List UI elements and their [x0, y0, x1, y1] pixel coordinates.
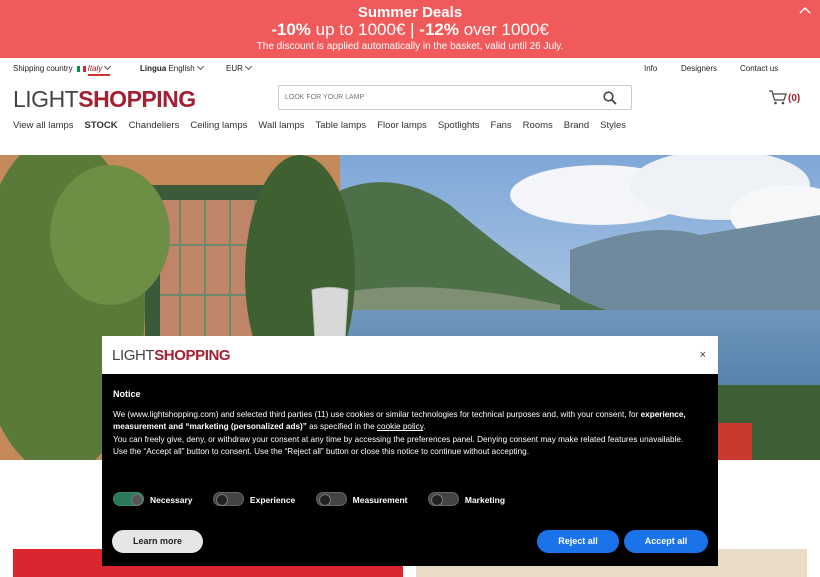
promo-banner: Summer Deals -10% up to 1000€ | -12% ove…	[0, 0, 820, 58]
search-icon[interactable]	[603, 91, 617, 105]
cart-icon	[769, 90, 787, 105]
chevron-down-icon	[244, 62, 252, 71]
promo-note: The discount is applied automatically in…	[256, 41, 564, 52]
promo-title: Summer Deals	[357, 4, 463, 21]
nav-rooms[interactable]: Rooms	[523, 120, 553, 131]
consent-paragraph-1: We (www.lightshopping.com) and selected …	[113, 410, 686, 432]
nav-ceiling-lamps[interactable]: Ceiling lamps	[190, 120, 247, 131]
chevron-down-icon	[104, 62, 112, 71]
promo-deals: -10% up to 1000€ | -12% over 1000€	[271, 20, 549, 39]
cart-button[interactable]: (0)	[768, 90, 800, 105]
nav-view-all-lamps[interactable]: View all lamps	[13, 120, 74, 131]
utility-bar: Shipping country Italy Lingua English EUR…	[0, 58, 820, 80]
site-logo[interactable]: LIGHTSHOPPING	[13, 86, 196, 113]
search-box	[278, 85, 632, 110]
cookie-policy-link[interactable]: cookie policy	[377, 422, 423, 431]
consent-body: We (www.lightshopping.com) and selected …	[113, 409, 707, 459]
shipping-value: Italy	[87, 62, 112, 76]
language-selector[interactable]: Lingua English	[140, 62, 204, 73]
toggle-measurement[interactable]: Measurement	[315, 492, 407, 506]
toggle-switch[interactable]	[315, 492, 347, 506]
consent-toggles: Necessary Experience Measurement Marketi…	[113, 492, 523, 506]
collapse-caret-icon[interactable]	[799, 6, 811, 14]
designers-link[interactable]: Designers	[681, 64, 717, 73]
info-link[interactable]: Info	[644, 64, 657, 73]
learn-more-button[interactable]: Learn more	[112, 530, 203, 553]
toggle-experience[interactable]: Experience	[212, 492, 295, 506]
consent-logo: LIGHTSHOPPING	[112, 347, 231, 364]
shipping-label: Shipping country	[13, 64, 73, 73]
consent-paragraph-2: You can freely give, deny, or withdraw y…	[113, 434, 684, 444]
chevron-down-icon	[196, 62, 204, 71]
lingua-label: Lingua	[140, 64, 167, 73]
nav-styles[interactable]: Styles	[600, 120, 626, 131]
shipping-country-selector[interactable]: Shipping country Italy	[13, 62, 112, 76]
toggle-marketing[interactable]: Marketing	[427, 492, 505, 506]
nav-table-lamps[interactable]: Table lamps	[315, 120, 366, 131]
cart-count: (0)	[788, 93, 801, 104]
toggle-switch[interactable]	[113, 492, 144, 506]
lingua-value: English	[168, 64, 195, 73]
nav-brand[interactable]: Brand	[564, 120, 589, 131]
nav-floor-lamps[interactable]: Floor lamps	[377, 120, 427, 131]
nav-fans[interactable]: Fans	[491, 120, 512, 131]
toggle-switch[interactable]	[427, 492, 459, 506]
currency-value: EUR	[226, 64, 243, 73]
main-nav: View all lamps STOCK Chandeliers Ceiling la…	[13, 120, 637, 131]
accept-all-button[interactable]: Accept all	[624, 530, 708, 553]
consent-title: Notice	[113, 389, 141, 399]
nav-wall-lamps[interactable]: Wall lamps	[258, 120, 304, 131]
nav-stock[interactable]: STOCK	[85, 120, 118, 131]
toggle-switch[interactable]	[212, 492, 244, 506]
cookie-consent-dialog: LIGHTSHOPPING × Notice We (www.lightshop…	[102, 336, 718, 566]
consent-paragraph-3: Use the “Accept all” button to consent. …	[113, 447, 529, 457]
contact-link[interactable]: Contact us	[740, 64, 778, 73]
consent-header: LIGHTSHOPPING ×	[102, 336, 718, 374]
reject-all-button[interactable]: Reject all	[537, 530, 619, 553]
close-icon[interactable]: ×	[700, 349, 706, 361]
search-input[interactable]	[285, 86, 585, 109]
toggle-necessary[interactable]: Necessary	[113, 492, 193, 506]
nav-spotlights[interactable]: Spotlights	[438, 120, 480, 131]
nav-chandeliers[interactable]: Chandeliers	[129, 120, 180, 131]
currency-selector[interactable]: EUR	[226, 62, 252, 73]
italy-flag-icon	[76, 66, 86, 72]
